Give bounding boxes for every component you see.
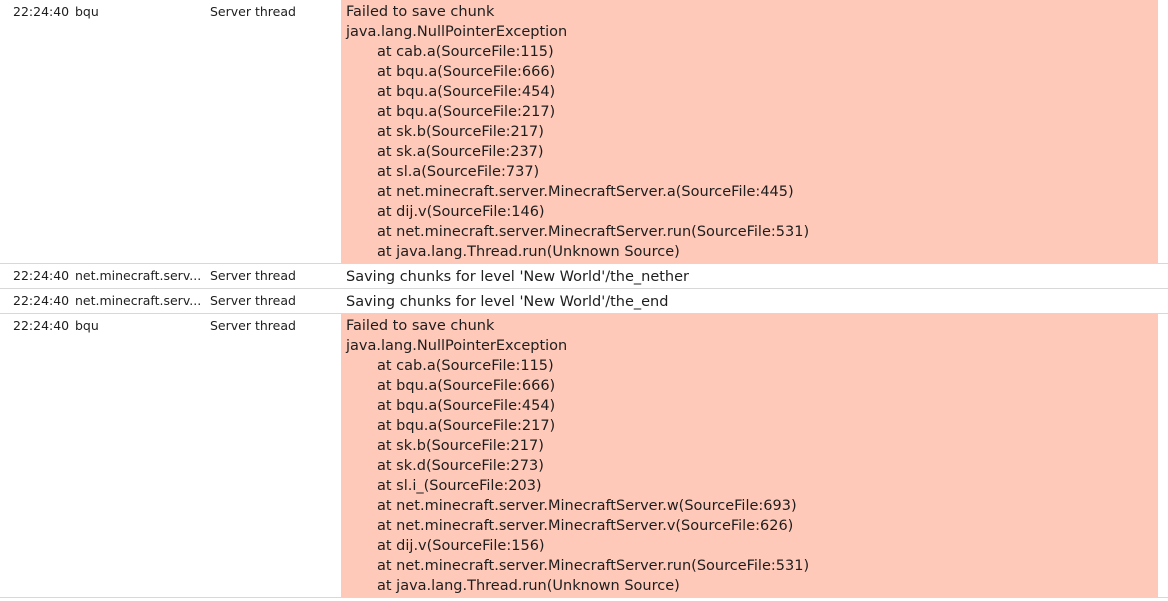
stack-frame-line: at dij.v(SourceFile:146) xyxy=(377,204,545,220)
stack-frame-line: at net.minecraft.server.MinecraftServer.… xyxy=(377,224,810,240)
message-line: java.lang.NullPointerException xyxy=(346,338,568,354)
log-message: Failed to save chunk java.lang.NullPoint… xyxy=(341,0,1158,263)
log-time: 22:24:40 xyxy=(13,293,70,308)
stack-frame-line: at sk.a(SourceFile:237) xyxy=(377,144,544,160)
stack-frame-line: at net.minecraft.server.MinecraftServer.… xyxy=(377,518,794,534)
log-time: 22:24:40 xyxy=(13,4,70,19)
log-message: Failed to save chunk java.lang.NullPoint… xyxy=(341,314,1158,597)
log-logger: net.minecraft.serv... xyxy=(75,293,202,308)
log-row-error[interactable]: 22:24:40 bqu Server thread Failed to sav… xyxy=(0,0,1168,264)
log-thread: Server thread xyxy=(210,268,296,283)
stack-frame-line: at sk.d(SourceFile:273) xyxy=(377,458,544,474)
log-logger: bqu xyxy=(75,318,99,333)
stack-frame-line: at bqu.a(SourceFile:454) xyxy=(377,398,556,414)
stack-frame-line: at java.lang.Thread.run(Unknown Source) xyxy=(377,578,680,594)
stack-frame-line: at java.lang.Thread.run(Unknown Source) xyxy=(377,244,680,260)
stack-frame-line: at sk.b(SourceFile:217) xyxy=(377,438,544,454)
message-line: java.lang.NullPointerException xyxy=(346,24,568,40)
log-time: 22:24:40 xyxy=(13,268,70,283)
stack-frame-line: at sk.b(SourceFile:217) xyxy=(377,124,544,140)
log-thread: Server thread xyxy=(210,318,296,333)
stack-frame-line: at sl.a(SourceFile:737) xyxy=(377,164,540,180)
stack-frame-line: at bqu.a(SourceFile:217) xyxy=(377,418,556,434)
stack-frame-line: at sl.i_(SourceFile:203) xyxy=(377,478,542,494)
log-message: Saving chunks for level 'New World'/the_… xyxy=(341,264,1158,288)
stack-frame-line: at net.minecraft.server.MinecraftServer.… xyxy=(377,498,797,514)
log-row-info[interactable]: 22:24:40 net.minecraft.serv... Server th… xyxy=(0,289,1168,314)
message-line: Saving chunks for level 'New World'/the_… xyxy=(346,294,669,310)
stack-frame-line: at bqu.a(SourceFile:666) xyxy=(377,378,556,394)
log-thread: Server thread xyxy=(210,4,296,19)
log-row-error[interactable]: 22:24:40 bqu Server thread Failed to sav… xyxy=(0,314,1168,598)
message-line: Failed to save chunk xyxy=(346,4,495,20)
stack-frame-line: at cab.a(SourceFile:115) xyxy=(377,358,554,374)
stack-frame-line: at net.minecraft.server.MinecraftServer.… xyxy=(377,558,810,574)
log-time: 22:24:40 xyxy=(13,318,70,333)
log-logger: net.minecraft.serv... xyxy=(75,268,202,283)
log-row-info[interactable]: 22:24:40 net.minecraft.serv... Server th… xyxy=(0,264,1168,289)
stack-frame-line: at net.minecraft.server.MinecraftServer.… xyxy=(377,184,794,200)
message-line: Saving chunks for level 'New World'/the_… xyxy=(346,269,690,285)
log-thread: Server thread xyxy=(210,293,296,308)
log-table: 22:24:40 bqu Server thread Failed to sav… xyxy=(0,0,1168,598)
stack-frame-line: at cab.a(SourceFile:115) xyxy=(377,44,554,60)
stack-frame-line: at bqu.a(SourceFile:666) xyxy=(377,64,556,80)
message-line: Failed to save chunk xyxy=(346,318,495,334)
stack-frame-line: at dij.v(SourceFile:156) xyxy=(377,538,545,554)
log-logger: bqu xyxy=(75,4,99,19)
log-message: Saving chunks for level 'New World'/the_… xyxy=(341,289,1158,313)
stack-frame-line: at bqu.a(SourceFile:454) xyxy=(377,84,556,100)
stack-frame-line: at bqu.a(SourceFile:217) xyxy=(377,104,556,120)
